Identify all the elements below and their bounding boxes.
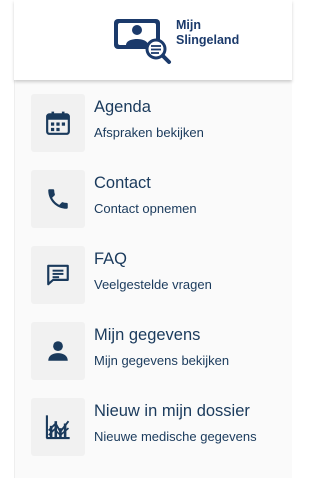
menu-item-title: Contact xyxy=(94,174,151,192)
menu-item-subtitle: Veelgestelde vragen xyxy=(94,277,212,292)
menu-item-title: Agenda xyxy=(94,98,151,116)
brand-name: Mijn Slingeland xyxy=(176,18,239,48)
calendar-icon xyxy=(46,111,70,135)
menu-item-title: Mijn gegevens xyxy=(94,326,201,344)
menu-item-faq[interactable]: FAQ Veelgestelde vragen xyxy=(31,246,293,308)
chat-bubble-icon xyxy=(47,264,69,286)
menu-item-nieuw-in-dossier[interactable]: Nieuw in mijn dossier Nieuwe medische ge… xyxy=(31,398,293,460)
menu-item-title: Nieuw in mijn dossier xyxy=(94,402,250,420)
menu-item-mijn-gegevens[interactable]: Mijn gegevens Mijn gegevens bekijken xyxy=(31,322,293,384)
app-header: Mijn Slingeland xyxy=(14,0,292,80)
brand-line2: Slingeland xyxy=(176,33,240,47)
menu-tile xyxy=(31,170,85,228)
brand-line1: Mijn xyxy=(176,18,201,32)
person-icon xyxy=(48,341,68,361)
main-menu: Agenda Afspraken bekijken Contact Contac… xyxy=(14,80,292,478)
menu-tile xyxy=(31,94,85,152)
menu-tile xyxy=(31,398,85,456)
phone-icon xyxy=(48,189,68,209)
menu-item-agenda[interactable]: Agenda Afspraken bekijken xyxy=(31,94,293,156)
brand-logo[interactable]: Mijn Slingeland xyxy=(112,16,262,66)
menu-item-contact[interactable]: Contact Contact opnemen xyxy=(31,170,293,232)
menu-tile xyxy=(31,322,85,380)
person-card-search-icon xyxy=(112,16,174,66)
menu-item-subtitle: Contact opnemen xyxy=(94,201,197,216)
menu-item-subtitle: Mijn gegevens bekijken xyxy=(94,353,230,368)
menu-item-subtitle: Nieuwe medische gegevens xyxy=(94,429,257,444)
chart-icon xyxy=(45,415,70,440)
menu-item-title: FAQ xyxy=(94,250,128,268)
menu-tile xyxy=(31,246,85,304)
menu-item-subtitle: Afspraken bekijken xyxy=(94,125,204,140)
